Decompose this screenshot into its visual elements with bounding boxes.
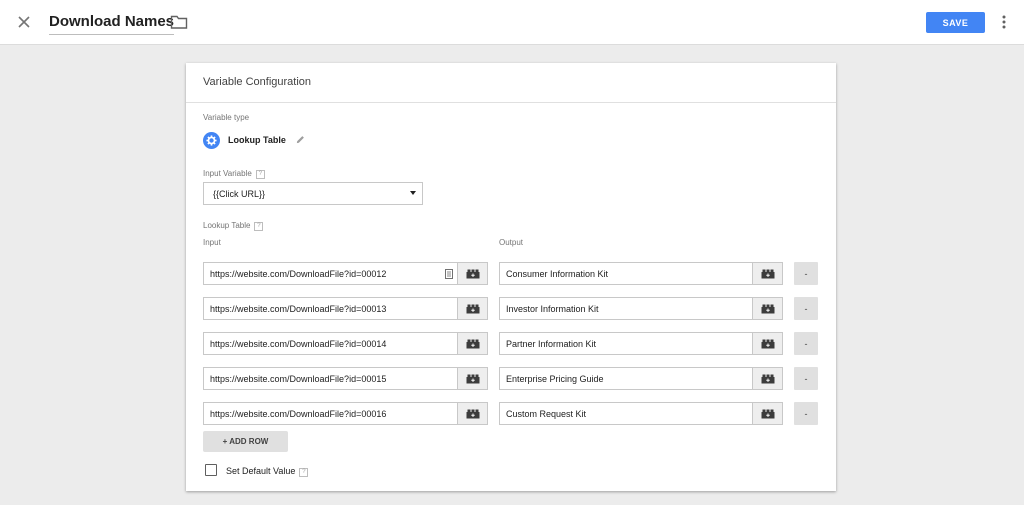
input-variable-value: {{Click URL}} xyxy=(213,189,266,199)
input-variable-picker-button[interactable] xyxy=(457,367,488,390)
row-output-field[interactable]: Enterprise Pricing Guide xyxy=(499,367,753,390)
row-input-field[interactable]: https://website.com/DownloadFile?id=0001… xyxy=(203,332,458,355)
row-input-field[interactable]: https://website.com/DownloadFile?id=0001… xyxy=(203,262,458,285)
lego-brick-icon xyxy=(466,374,479,383)
variable-type-name: Lookup Table xyxy=(228,135,286,145)
input-variable-select[interactable]: {{Click URL}} xyxy=(203,182,423,205)
help-icon[interactable]: ? xyxy=(255,170,265,179)
input-column-header: Input xyxy=(203,238,221,247)
default-value-checkbox[interactable] xyxy=(205,464,217,476)
help-icon[interactable]: ? xyxy=(299,468,309,477)
close-icon[interactable] xyxy=(14,12,34,32)
lego-brick-icon xyxy=(466,409,479,418)
row-input-field[interactable]: https://website.com/DownloadFile?id=0001… xyxy=(203,367,458,390)
input-variable-picker-button[interactable] xyxy=(457,402,488,425)
row-input-field[interactable]: https://website.com/DownloadFile?id=0001… xyxy=(203,297,458,320)
lego-brick-icon xyxy=(761,374,774,383)
output-variable-picker-button[interactable] xyxy=(752,402,783,425)
card-header: Variable Configuration xyxy=(186,63,836,103)
remove-row-button[interactable]: - xyxy=(794,367,818,390)
input-variable-label: Input Variable? xyxy=(203,169,265,179)
caret-down-icon xyxy=(410,191,416,195)
input-variable-picker-button[interactable] xyxy=(457,262,488,285)
save-button[interactable]: SAVE xyxy=(926,12,985,33)
row-output-field[interactable]: Custom Request Kit xyxy=(499,402,753,425)
row-output-field[interactable]: Investor Information Kit xyxy=(499,297,753,320)
add-row-button[interactable]: + ADD ROW xyxy=(203,431,288,452)
lego-brick-icon xyxy=(466,304,479,313)
row-input-field[interactable]: https://website.com/DownloadFile?id=0001… xyxy=(203,402,458,425)
top-bar: Download Names SAVE xyxy=(0,0,1024,45)
folder-icon[interactable] xyxy=(170,14,188,30)
default-value-label: Set Default Value? xyxy=(226,466,309,477)
input-variable-picker-button[interactable] xyxy=(457,297,488,320)
lego-brick-icon xyxy=(761,304,774,313)
lego-brick-icon xyxy=(761,269,774,278)
lego-brick-icon xyxy=(466,269,479,278)
remove-row-button[interactable]: - xyxy=(794,262,818,285)
variable-configuration-card: Variable Configuration Variable type Loo… xyxy=(186,63,836,491)
card-title: Variable Configuration xyxy=(203,76,312,88)
pencil-icon[interactable] xyxy=(295,134,306,145)
help-icon[interactable]: ? xyxy=(254,222,264,231)
lego-brick-icon xyxy=(466,339,479,348)
document-icon[interactable] xyxy=(445,269,453,279)
page-title[interactable]: Download Names xyxy=(49,13,175,35)
row-output-field[interactable]: Partner Information Kit xyxy=(499,332,753,355)
output-variable-picker-button[interactable] xyxy=(752,367,783,390)
row-output-field[interactable]: Consumer Information Kit xyxy=(499,262,753,285)
output-variable-picker-button[interactable] xyxy=(752,332,783,355)
remove-row-button[interactable]: - xyxy=(794,332,818,355)
output-variable-picker-button[interactable] xyxy=(752,297,783,320)
lego-brick-icon xyxy=(761,339,774,348)
more-vert-icon[interactable] xyxy=(998,14,1010,30)
remove-row-button[interactable]: - xyxy=(794,402,818,425)
input-variable-picker-button[interactable] xyxy=(457,332,488,355)
output-column-header: Output xyxy=(499,238,524,247)
lookup-table-label: Lookup Table? xyxy=(203,221,264,231)
remove-row-button[interactable]: - xyxy=(794,297,818,320)
lego-brick-icon xyxy=(761,409,774,418)
variable-type-label: Variable type xyxy=(203,113,250,122)
settings-gear-icon xyxy=(203,132,220,149)
output-variable-picker-button[interactable] xyxy=(752,262,783,285)
